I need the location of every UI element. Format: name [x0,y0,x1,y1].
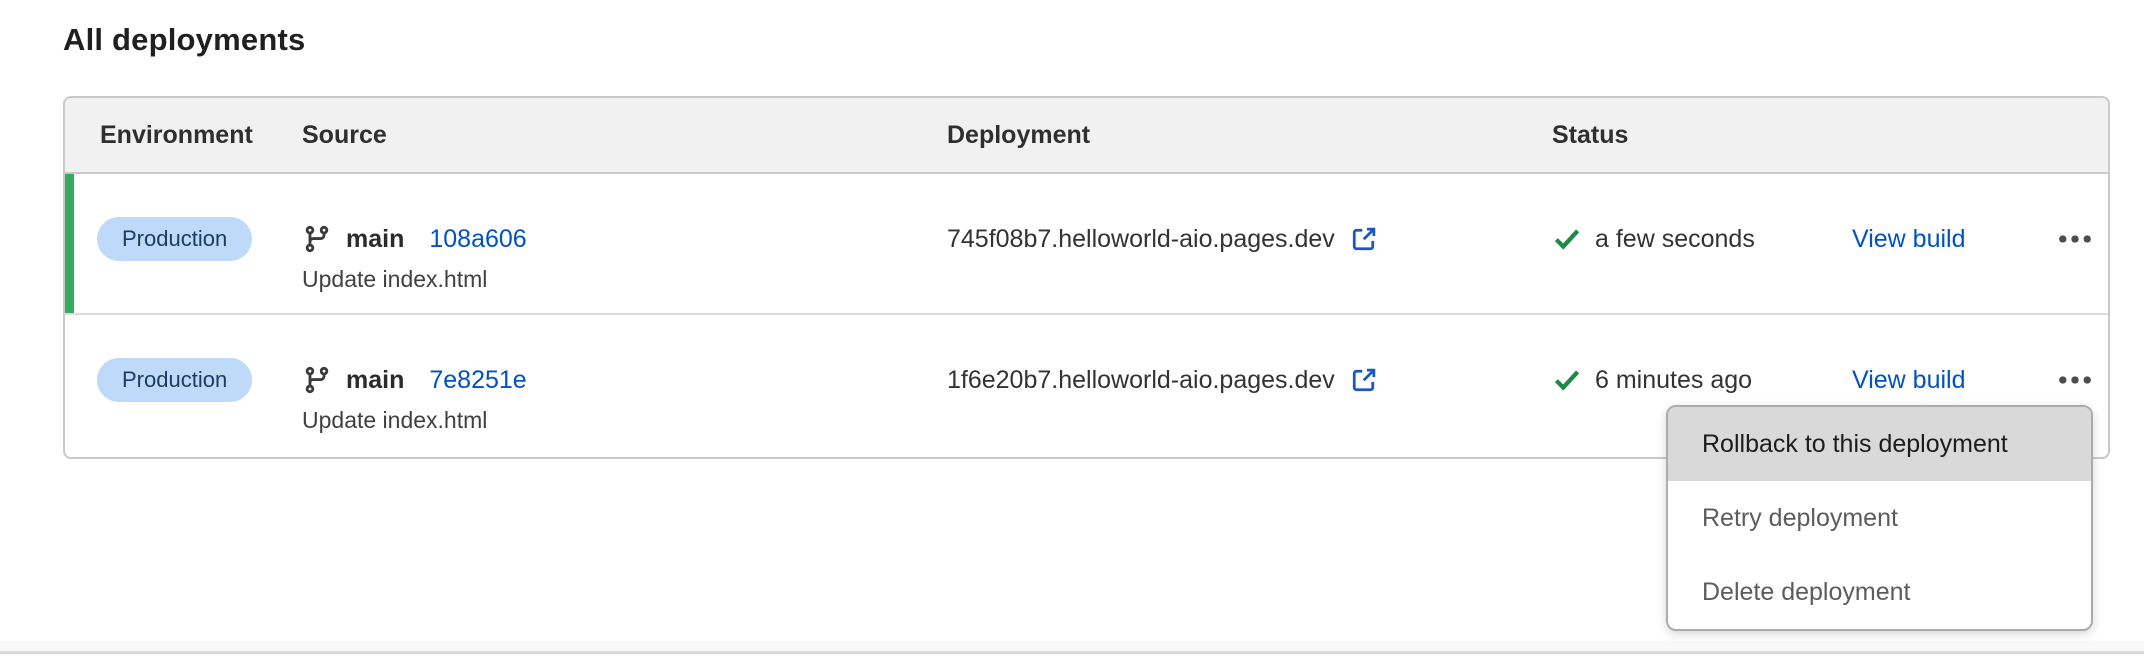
ellipsis-icon [2056,365,2094,395]
external-link-icon[interactable] [1349,365,1379,395]
environment-badge: Production [97,217,252,261]
source-cell: main 108a606 Update index.html [302,174,947,313]
deployment-cell: 745f08b7.helloworld-aio.pages.dev [947,174,1552,313]
row-actions-menu-button[interactable] [2048,218,2102,260]
deployment-cell: 1f6e20b7.helloworld-aio.pages.dev [947,315,1552,457]
table-header-row: Environment Source Deployment Status [65,98,2108,174]
column-header-source: Source [302,121,947,150]
commit-message: Update index.html [302,405,947,435]
source-cell: main 7e8251e Update index.html [302,315,947,457]
page-bottom-divider [0,641,2144,654]
environment-cell: Production [65,315,302,457]
branch-name: main [346,225,404,254]
menu-item-retry[interactable]: Retry deployment [1668,481,2091,555]
commit-link[interactable]: 7e8251e [429,366,526,395]
external-link-icon[interactable] [1349,224,1379,254]
check-icon [1552,224,1582,254]
table-row: Production main 108a606 Update index.htm… [65,174,2108,315]
menu-item-rollback[interactable]: Rollback to this deployment [1668,407,2091,481]
ellipsis-icon [2056,224,2094,254]
status-time: 6 minutes ago [1595,366,1752,395]
column-header-status: Status [1552,121,1852,150]
status-time: a few seconds [1595,225,1755,254]
git-branch-icon [302,365,332,395]
deployment-actions-menu: Rollback to this deployment Retry deploy… [1666,405,2093,631]
row-actions-menu-button[interactable] [2048,359,2102,401]
page-title: All deployments [63,22,305,58]
environment-cell: Production [65,174,302,313]
branch-name: main [346,366,404,395]
environment-badge: Production [97,358,252,402]
deployment-url: 1f6e20b7.helloworld-aio.pages.dev [947,366,1335,395]
actions-cell [2042,174,2108,313]
deployment-url: 745f08b7.helloworld-aio.pages.dev [947,225,1335,254]
git-branch-icon [302,224,332,254]
commit-message: Update index.html [302,264,947,294]
column-header-deployment: Deployment [947,121,1552,150]
menu-item-delete[interactable]: Delete deployment [1668,555,2091,629]
column-header-environment: Environment [65,121,302,150]
view-build-cell: View build [1852,174,2042,313]
check-icon [1552,365,1582,395]
status-cell: a few seconds [1552,174,1852,313]
view-build-link[interactable]: View build [1852,225,1966,254]
view-build-link[interactable]: View build [1852,366,1966,395]
commit-link[interactable]: 108a606 [429,225,526,254]
